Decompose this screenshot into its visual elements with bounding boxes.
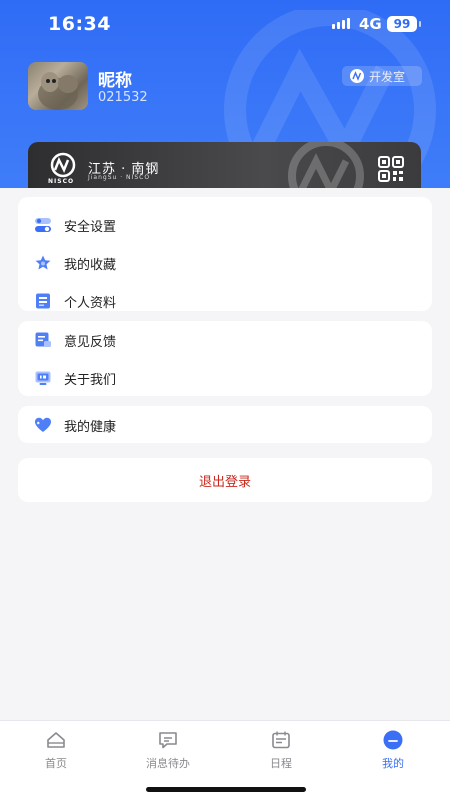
signal-icon (332, 18, 350, 29)
user-id: 021532 (98, 90, 148, 105)
network-type: 4G (359, 15, 382, 33)
tab-schedule[interactable]: 日程 (241, 729, 321, 771)
battery-icon: 99 (387, 16, 421, 32)
menu-item-label: 意见反馈 (64, 334, 117, 350)
heart-icon (35, 417, 51, 432)
message-icon (159, 732, 177, 749)
menu-group-account: 安全设置 我的收藏 个人资料 (18, 197, 432, 311)
menu-item-label: 关于我们 (64, 372, 117, 388)
menu-item-label: 个人资料 (64, 295, 117, 311)
menu-group-info: 意见反馈 关于我们 (18, 321, 432, 396)
menu-item-feedback[interactable]: 意见反馈 (18, 321, 432, 359)
menu-item-health[interactable]: 我的健康 (18, 406, 432, 444)
menu-item-label: 我的收藏 (64, 257, 117, 273)
tab-label: 日程 (270, 757, 292, 770)
tab-label: 我的 (382, 757, 404, 770)
avatar[interactable] (28, 62, 88, 110)
about-icon (35, 371, 51, 385)
tab-mine[interactable]: 我的 (353, 729, 433, 771)
feedback-icon (35, 332, 51, 347)
status-time: 16:34 (48, 13, 111, 35)
tab-label: 消息待办 (146, 757, 190, 770)
menu-item-label: 安全设置 (64, 219, 117, 235)
status-bar: 16:34 4G 99 (0, 0, 450, 48)
logout-label: 退出登录 (198, 474, 251, 490)
qr-code-icon[interactable] (378, 156, 404, 182)
home-indicator (146, 787, 306, 792)
user-icon (383, 730, 403, 750)
env-logo-icon (350, 69, 364, 83)
menu-item-about[interactable]: 关于我们 (18, 359, 432, 397)
nickname: 昵称 (98, 71, 132, 91)
menu-item-security[interactable]: 安全设置 (18, 206, 432, 244)
card-logo-text: NISCO (48, 178, 75, 185)
star-icon (35, 255, 51, 270)
menu-item-profile[interactable]: 个人资料 (18, 282, 432, 320)
home-icon (47, 732, 65, 748)
menu-item-label: 我的健康 (64, 419, 117, 435)
menu-content: 安全设置 我的收藏 个人资料 意见反馈 关于我们 我的健康 退出登录 (0, 188, 450, 720)
tab-home[interactable]: 首页 (16, 729, 96, 771)
menu-group-health: 我的健康 (18, 406, 432, 443)
menu-item-favorites[interactable]: 我的收藏 (18, 244, 432, 282)
profile-doc-icon (36, 293, 50, 309)
env-badge[interactable]: 开发室 (342, 66, 422, 86)
tab-messages[interactable]: 消息待办 (128, 729, 208, 771)
toggle-icon (35, 218, 51, 232)
tab-label: 首页 (45, 757, 67, 770)
profile-header: 16:34 4G 99 昵称 021532 开发室 NISCO 江苏 · 南钢 … (0, 0, 450, 200)
logout-button[interactable]: 退出登录 (18, 458, 432, 502)
card-subtitle: JiangSu · NISCO (88, 174, 151, 181)
calendar-icon (272, 731, 290, 749)
env-badge-label: 开发室 (369, 69, 406, 84)
